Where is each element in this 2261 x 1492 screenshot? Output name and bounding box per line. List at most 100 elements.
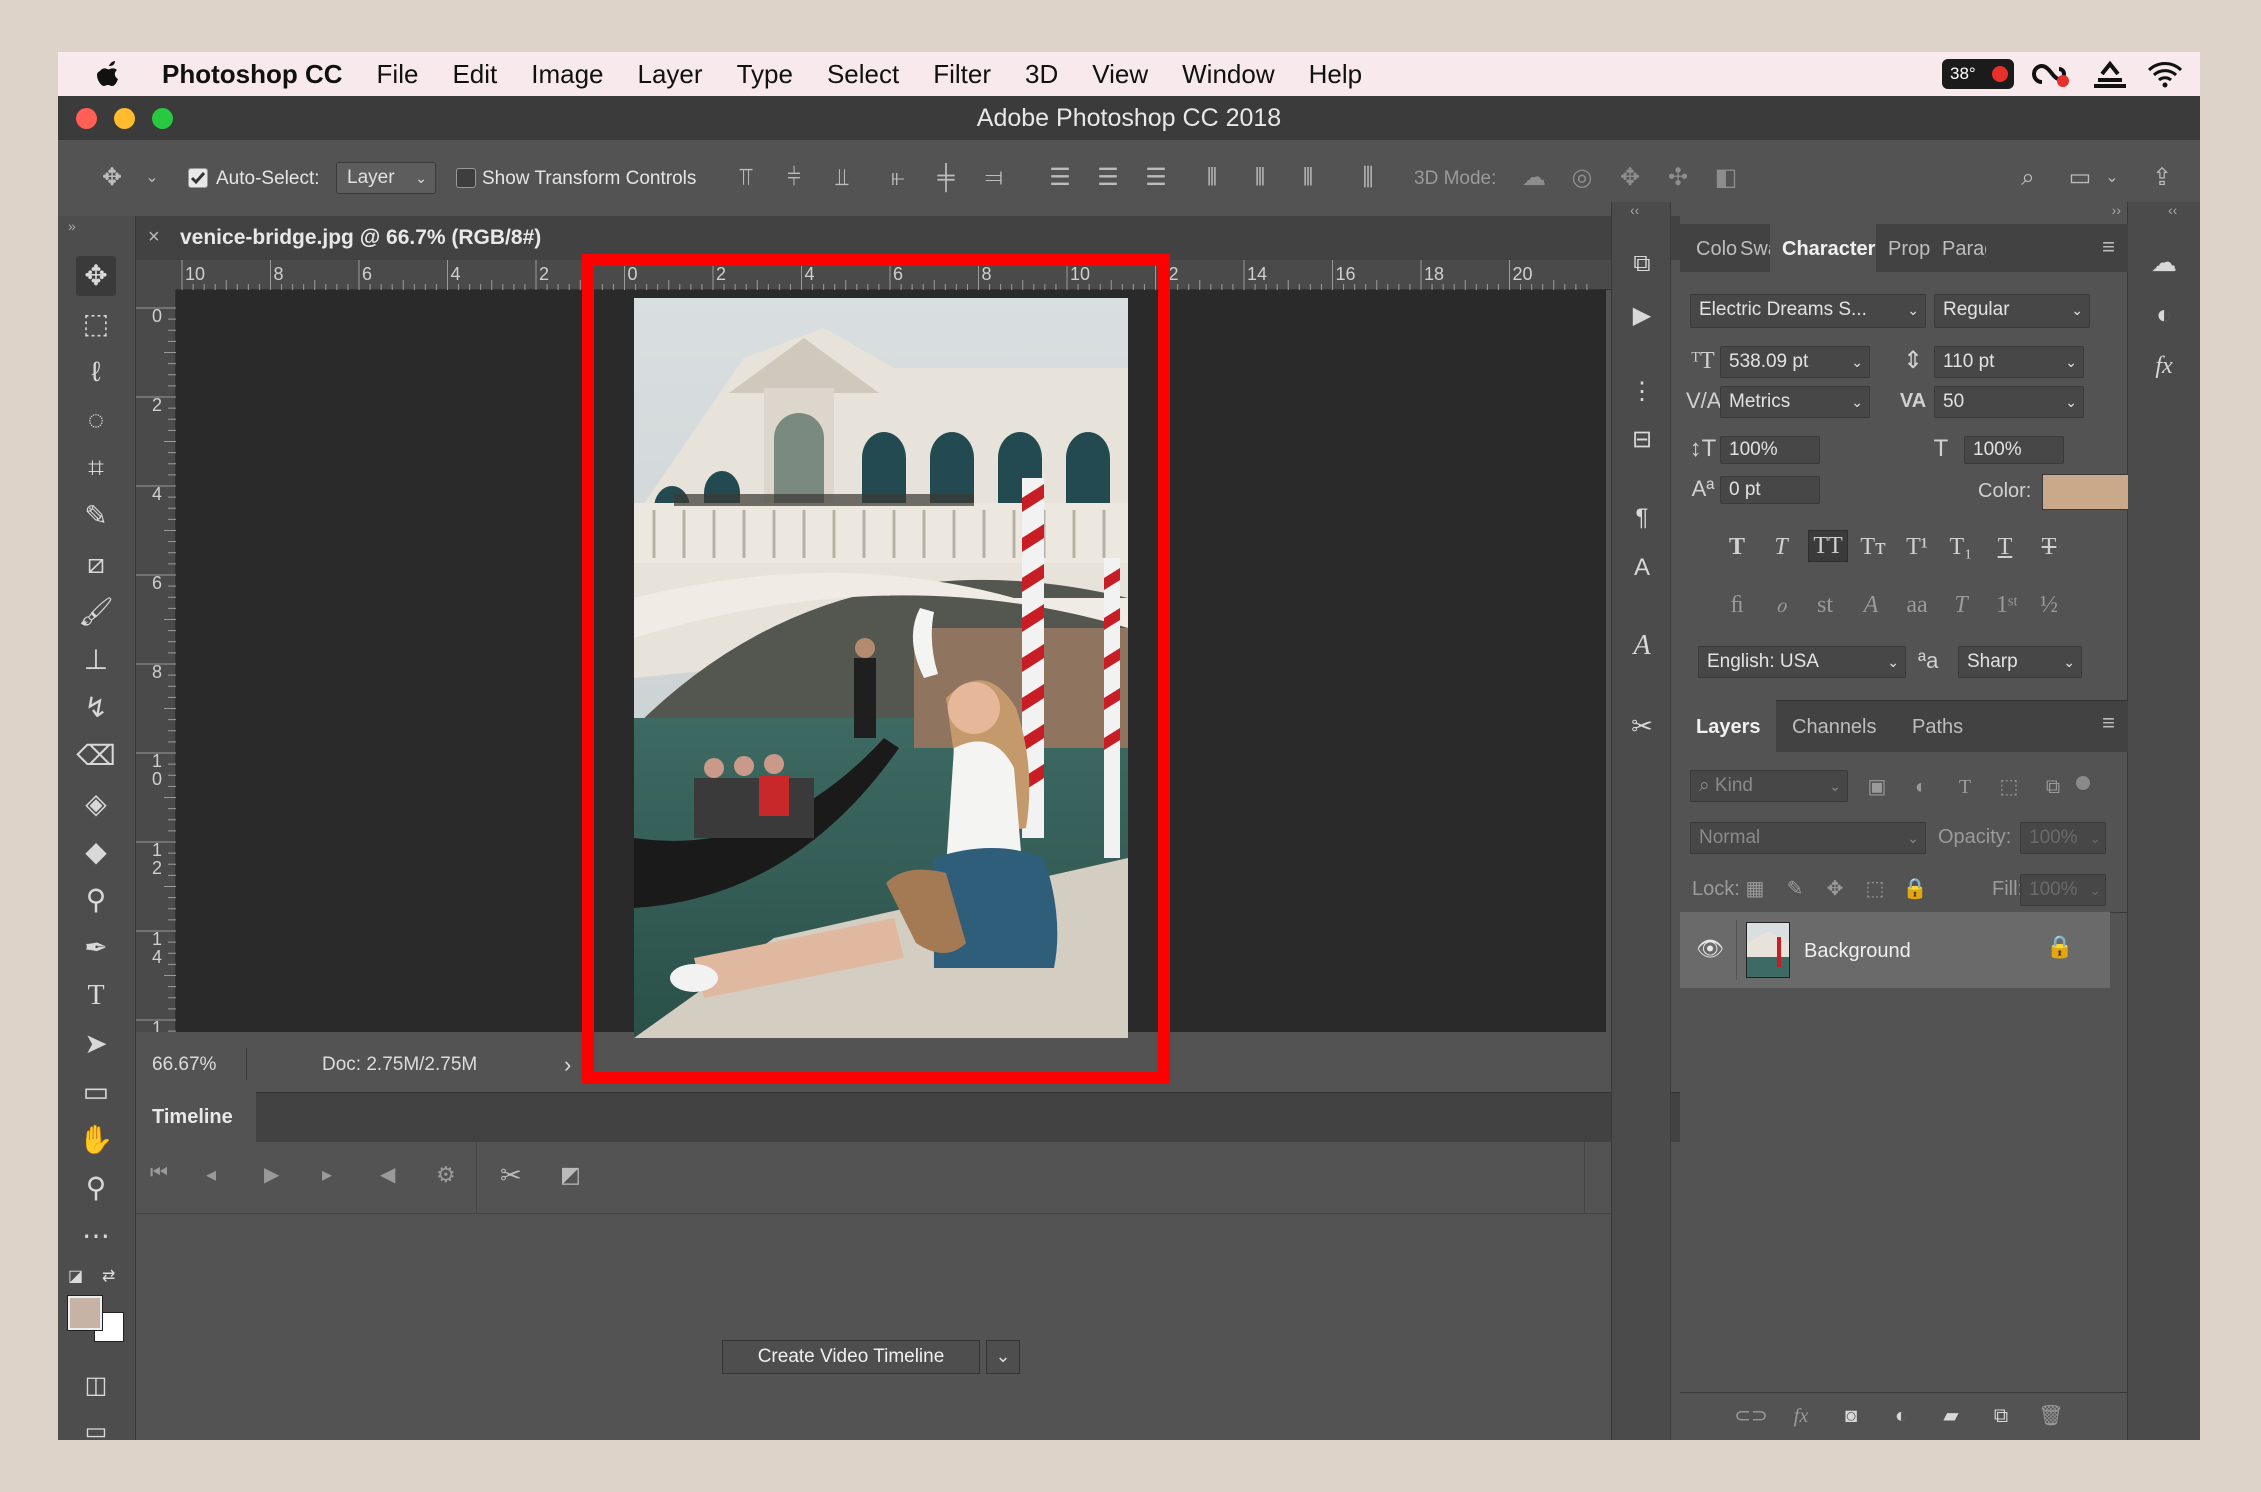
quick-select-tool-icon[interactable]: ◌ bbox=[76, 400, 116, 440]
create-video-timeline-button[interactable]: Create Video Timeline bbox=[722, 1340, 980, 1374]
kerning-dropdown[interactable]: Metrics ⌄ bbox=[1720, 386, 1870, 418]
eraser-tool-icon[interactable]: ⌫ bbox=[76, 736, 116, 776]
type-tool-icon[interactable]: T bbox=[76, 976, 116, 1016]
character-panel-menu-icon[interactable]: ≡ bbox=[2102, 234, 2115, 260]
new-layer-icon[interactable]: ⧉ bbox=[1984, 1401, 2018, 1431]
lock-transparent-icon[interactable]: ▦ bbox=[1740, 874, 1770, 904]
menu-type[interactable]: Type bbox=[737, 59, 793, 90]
link-layers-icon[interactable]: ⊂⊃ bbox=[1734, 1401, 1768, 1431]
quick-mask-icon[interactable]: ◫ bbox=[76, 1366, 116, 1406]
previous-frame-icon[interactable]: ◂ bbox=[206, 1162, 216, 1187]
filter-pixel-icon[interactable]: ▣ bbox=[1860, 772, 1894, 802]
fractions-icon[interactable]: ½ bbox=[2032, 590, 2066, 620]
tab-properties[interactable]: Prop bbox=[1888, 238, 1930, 261]
strikethrough-icon[interactable]: T bbox=[2032, 532, 2066, 562]
distribute-right-icon[interactable]: ⦀ bbox=[1294, 164, 1322, 192]
align-hcenter-icon[interactable]: ╪ bbox=[932, 164, 960, 192]
faux-bold-icon[interactable]: T bbox=[1720, 532, 1754, 562]
search-icon[interactable]: ⌕ bbox=[2014, 164, 2042, 192]
creative-cloud-icon[interactable] bbox=[2032, 60, 2070, 88]
layer-style-fx-icon[interactable]: fx bbox=[1784, 1401, 1818, 1431]
align-top-icon[interactable]: ⫪ bbox=[732, 164, 760, 192]
timeline-tab[interactable]: Timeline bbox=[136, 1092, 256, 1142]
expand-right-dock-icon[interactable]: ‹‹ bbox=[2168, 202, 2177, 218]
distribute-left-icon[interactable]: ⦀ bbox=[1198, 164, 1226, 192]
all-caps-icon[interactable]: TT bbox=[1808, 530, 1848, 562]
ordinals-icon[interactable]: 1ˢᵗ bbox=[1988, 590, 2026, 620]
leading-field[interactable]: 110 pt ⌄ bbox=[1934, 346, 2084, 378]
tab-channels[interactable]: Channels bbox=[1792, 716, 1877, 739]
discretionary-ligatures-icon[interactable]: st bbox=[1808, 590, 1842, 620]
menu-layer[interactable]: Layer bbox=[638, 59, 703, 90]
close-document-icon[interactable]: × bbox=[148, 226, 160, 249]
vertical-ruler[interactable]: 0246810121416 bbox=[136, 290, 176, 1032]
rectangle-tool-icon[interactable]: ▭ bbox=[76, 1072, 116, 1112]
menu-filter[interactable]: Filter bbox=[933, 59, 991, 90]
underline-icon[interactable]: T bbox=[1988, 532, 2022, 562]
adjustments-panel-icon[interactable]: ◐ bbox=[2144, 294, 2184, 334]
menu-view[interactable]: View bbox=[1092, 59, 1148, 90]
character-styles-icon[interactable]: A bbox=[1622, 548, 1662, 588]
add-mask-icon[interactable]: ◙ bbox=[1834, 1401, 1868, 1431]
blur-tool-icon[interactable]: ◆ bbox=[76, 832, 116, 872]
3d-pan-icon[interactable]: ✥ bbox=[1616, 164, 1644, 192]
settings-gear-icon[interactable]: ⚙ bbox=[436, 1162, 456, 1188]
font-family-dropdown[interactable]: Electric Dreams S... ⌄ bbox=[1690, 294, 1926, 328]
expand-dock-icon[interactable]: ‹‹ bbox=[1630, 202, 1639, 218]
align-bottom-icon[interactable]: ⫫ bbox=[828, 164, 856, 192]
filter-type-icon[interactable]: T bbox=[1948, 772, 1982, 802]
tab-layers[interactable]: Layers bbox=[1696, 716, 1761, 739]
auto-select-checkbox[interactable] bbox=[188, 168, 208, 188]
tab-color[interactable]: Colo bbox=[1696, 238, 1737, 261]
distribute-vcenter-icon[interactable]: ☰ bbox=[1094, 164, 1122, 192]
lasso-tool-icon[interactable]: ℓ bbox=[76, 352, 116, 392]
swash-icon[interactable]: A bbox=[1854, 590, 1888, 620]
zoom-level[interactable]: 66.67% bbox=[152, 1054, 216, 1076]
paragraph-styles-icon[interactable]: ¶ bbox=[1622, 498, 1662, 538]
align-right-icon[interactable]: ⫤ bbox=[980, 164, 1008, 192]
menu-help[interactable]: Help bbox=[1309, 59, 1362, 90]
workspace-icon[interactable]: ▭ bbox=[2066, 164, 2094, 192]
new-adjustment-layer-icon[interactable]: ◐ bbox=[1884, 1401, 1918, 1431]
stylistic-alternates-icon[interactable]: aa bbox=[1898, 590, 1936, 620]
layer-lock-icon[interactable]: 🔒 bbox=[2046, 934, 2073, 960]
timeline-type-dropdown[interactable]: ⌄ bbox=[986, 1340, 1020, 1374]
tool-preset-chevron-icon[interactable]: ⌄ bbox=[138, 164, 166, 192]
path-selection-tool-icon[interactable]: ➤ bbox=[76, 1024, 116, 1064]
menu-3d[interactable]: 3D bbox=[1025, 59, 1058, 90]
next-frame-icon[interactable]: ▸ bbox=[322, 1162, 332, 1187]
3d-slide-icon[interactable]: ✣ bbox=[1664, 164, 1692, 192]
tool-presets-icon[interactable]: ✂ bbox=[1622, 706, 1662, 746]
history-brush-tool-icon[interactable]: ↯ bbox=[76, 688, 116, 728]
close-window-button[interactable] bbox=[76, 108, 97, 129]
minimize-window-button[interactable] bbox=[114, 108, 135, 129]
titling-alternates-icon[interactable]: T bbox=[1944, 590, 1978, 620]
layers-panel-menu-icon[interactable]: ≡ bbox=[2102, 710, 2115, 736]
tab-character[interactable]: Character bbox=[1782, 238, 1875, 261]
adjustments-icon[interactable]: ⊟ bbox=[1622, 420, 1662, 460]
filter-toggle-icon[interactable] bbox=[2076, 776, 2090, 790]
auto-select-dropdown[interactable]: Layer ⌄ bbox=[336, 162, 436, 194]
tracking-dropdown[interactable]: 50 ⌄ bbox=[1934, 386, 2084, 418]
layer-row[interactable]: 👁 Background 🔒 bbox=[1680, 912, 2110, 988]
temperature-badge[interactable]: 38° bbox=[1942, 59, 2014, 89]
lock-all-icon[interactable]: 🔒 bbox=[1900, 874, 1930, 904]
document-tab-title[interactable]: venice-bridge.jpg @ 66.7% (RGB/8#) bbox=[180, 226, 541, 250]
dodge-tool-icon[interactable]: ⚲ bbox=[76, 880, 116, 920]
font-size-field[interactable]: 538.09 pt ⌄ bbox=[1720, 346, 1870, 378]
play-icon[interactable]: ▶ bbox=[264, 1162, 279, 1187]
foreground-color-swatch[interactable] bbox=[67, 1295, 103, 1331]
zoom-tool-icon[interactable]: ⚲ bbox=[76, 1168, 116, 1208]
menu-file[interactable]: File bbox=[377, 59, 419, 90]
paint-bucket-tool-icon[interactable]: ◈ bbox=[76, 784, 116, 824]
collapse-tools-icon[interactable]: » bbox=[68, 218, 76, 234]
eyedropper-tool-icon[interactable]: ✎ bbox=[76, 496, 116, 536]
filter-smart-object-icon[interactable]: ⧉ bbox=[2036, 772, 2070, 802]
apple-icon[interactable] bbox=[96, 59, 122, 89]
old-style-icon[interactable]: ℴ bbox=[1764, 590, 1798, 620]
hand-tool-icon[interactable]: ✋ bbox=[76, 1120, 116, 1160]
superscript-icon[interactable]: T¹ bbox=[1900, 532, 1934, 562]
tab-paragraph[interactable]: Parag bbox=[1942, 238, 1986, 261]
menu-window[interactable]: Window bbox=[1182, 59, 1274, 90]
move-tool-icon[interactable]: ✥ bbox=[76, 256, 116, 296]
